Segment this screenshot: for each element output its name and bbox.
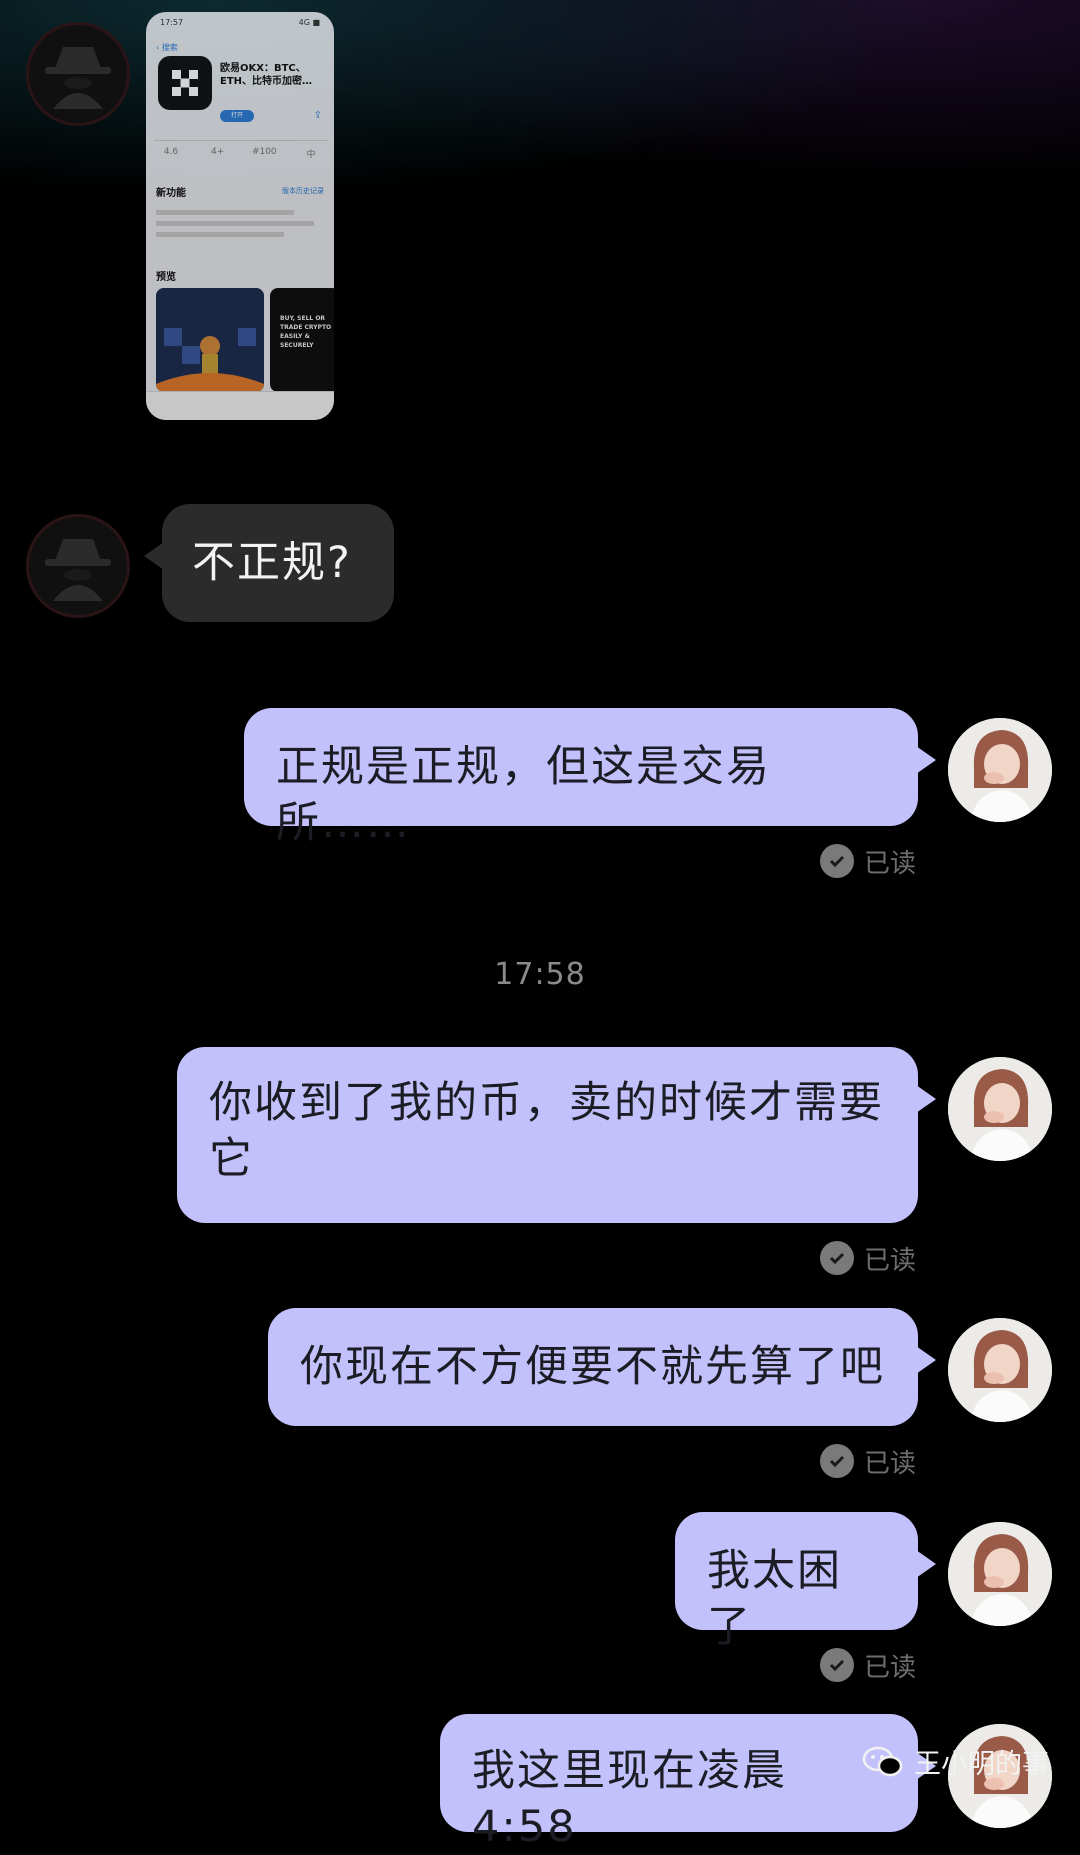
screenshot-back-link: ‹ 搜索 — [156, 43, 178, 52]
screenshot-preview-2: BUY, SELL OR TRADE CRYPTO EASILY & SECUR… — [270, 288, 334, 392]
check-circle-icon — [819, 1648, 854, 1682]
chat-timestamp: 17:58 — [494, 957, 586, 992]
read-status-text: 已读 — [863, 848, 916, 879]
wechat-watermark: 王小明的事 — [862, 1742, 1049, 1781]
my-avatar[interactable] — [948, 1522, 1052, 1626]
check-circle-icon — [819, 1241, 854, 1275]
contact-avatar[interactable] — [26, 22, 130, 126]
stat-rank: #100 — [251, 147, 277, 157]
read-status-text: 已读 — [863, 1245, 916, 1276]
screenshot-section-preview: 预览 — [156, 272, 176, 283]
shared-screenshot-image[interactable]: 17:57 4G ■ ‹ 搜索 欧易OKX：BTC、ETH、比特币加密… 打开 … — [146, 12, 334, 420]
screenshot-open-button: 打开 — [220, 110, 254, 122]
message-text: 不正规? — [192, 538, 352, 588]
incognito-hat-icon — [45, 539, 111, 601]
user-photo-icon — [948, 718, 1052, 822]
wechat-logo-icon — [862, 1746, 903, 1776]
read-receipt: 已读 — [819, 1238, 916, 1278]
message-text: 你现在不方便要不就先算了吧 — [300, 1342, 885, 1392]
message-text: 我这里现在凌晨 4:58 — [472, 1746, 787, 1852]
screenshot-section-new: 新功能 — [156, 188, 186, 199]
read-receipt: 已读 — [819, 1441, 916, 1481]
message-bubble-outgoing[interactable]: 正规是正规，但这是交易所…… — [244, 708, 936, 848]
message-bubble-outgoing[interactable]: 我太困了 — [675, 1512, 936, 1652]
read-receipt: 已读 — [819, 841, 916, 881]
screenshot-preview-text: BUY, SELL OR TRADE CRYPTO EASILY & SECUR… — [280, 315, 332, 349]
message-text: 我太困了 — [707, 1546, 842, 1652]
screenshot-version-history-link: 版本历史记录 — [282, 187, 324, 195]
share-icon: ⇪ — [313, 110, 322, 121]
message-bubble-outgoing[interactable]: 我这里现在凌晨 4:58 — [440, 1714, 936, 1852]
contact-avatar[interactable] — [26, 514, 130, 618]
screenshot-app-name: 欧易OKX：BTC、ETH、比特币加密… — [220, 63, 313, 87]
screenshot-release-notes — [156, 206, 324, 243]
screenshot-status-indicators: 4G ■ — [298, 18, 320, 27]
read-status-text: 已读 — [863, 1448, 916, 1479]
check-circle-icon — [819, 1444, 854, 1478]
message-bubble-outgoing[interactable]: 你收到了我的币，卖的时候才需要它 — [177, 1047, 936, 1223]
screenshot-status-bar: 17:57 4G ■ — [160, 18, 320, 27]
user-photo-icon — [948, 1522, 1052, 1626]
my-avatar[interactable] — [948, 718, 1052, 822]
user-photo-icon — [948, 1318, 1052, 1422]
my-avatar[interactable] — [948, 1057, 1052, 1161]
read-receipt: 已读 — [819, 1645, 916, 1685]
message-bubble-incoming[interactable]: 不正规? — [144, 504, 394, 622]
watermark-text: 王小明的事 — [914, 1749, 1049, 1780]
user-photo-icon — [948, 1057, 1052, 1161]
stat-rating: 4.6 — [163, 147, 179, 157]
okx-app-icon — [158, 56, 212, 110]
read-status-text: 已读 — [863, 1652, 916, 1683]
screenshot-status-time: 17:57 — [160, 18, 184, 27]
message-text: 正规是正规，但这是交易所…… — [276, 742, 771, 848]
screenshot-tab-bar — [146, 391, 334, 420]
message-text: 你收到了我的币，卖的时候才需要它 — [209, 1078, 884, 1184]
screenshot-preview-1 — [156, 288, 264, 392]
stat-age: 4+ — [211, 147, 225, 157]
stat-language: 中 — [306, 150, 316, 160]
message-bubble-outgoing[interactable]: 你现在不方便要不就先算了吧 — [268, 1308, 936, 1426]
incognito-hat-icon — [45, 47, 111, 109]
screenshot-stats-row: 4.6 4+ #100 中 — [154, 140, 328, 160]
my-avatar[interactable] — [948, 1318, 1052, 1422]
screenshot-back-label: 搜索 — [161, 43, 178, 52]
check-circle-icon — [819, 844, 854, 878]
